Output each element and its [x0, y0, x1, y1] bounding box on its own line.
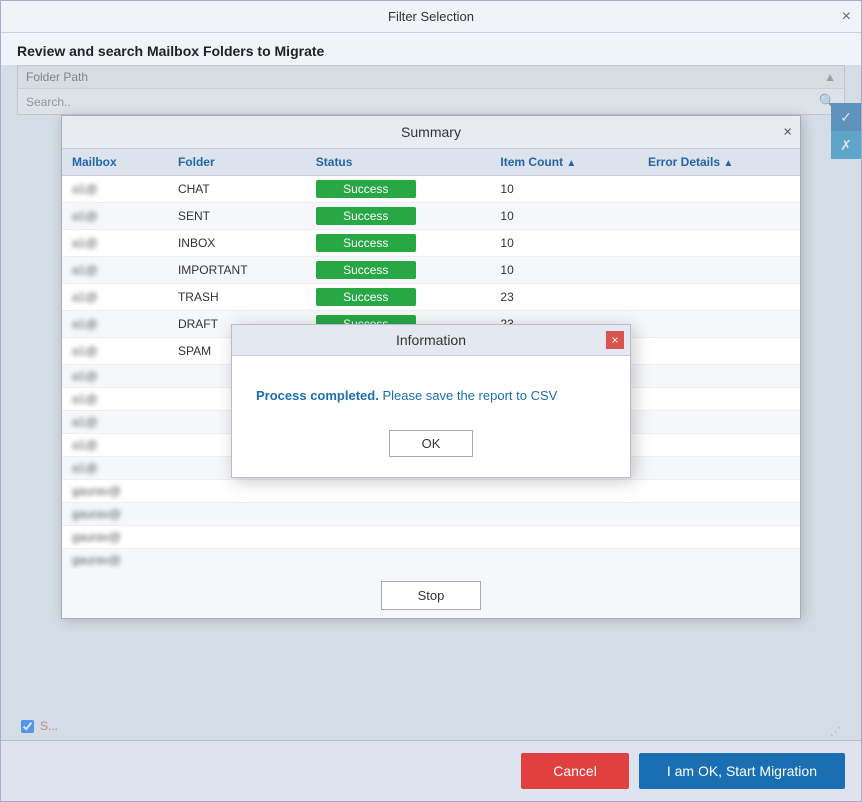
main-window: Filter Selection × Review and search Mai…	[0, 0, 862, 802]
info-dialog: Information × Process completed. Please …	[231, 324, 631, 478]
info-ok-button[interactable]: OK	[389, 430, 474, 457]
info-message-part2: Please save the report to CSV	[379, 388, 557, 403]
info-dialog-title: Information	[396, 332, 466, 348]
info-dialog-body: Process completed. Please save the repor…	[232, 356, 630, 477]
info-dialog-overlay: Information × Process completed. Please …	[1, 1, 861, 801]
info-message-part1: Process completed.	[256, 388, 379, 403]
info-dialog-header: Information ×	[232, 325, 630, 356]
info-ok-wrap: OK	[256, 430, 606, 457]
info-dialog-message: Process completed. Please save the repor…	[256, 386, 606, 406]
info-dialog-close-button[interactable]: ×	[606, 331, 624, 349]
